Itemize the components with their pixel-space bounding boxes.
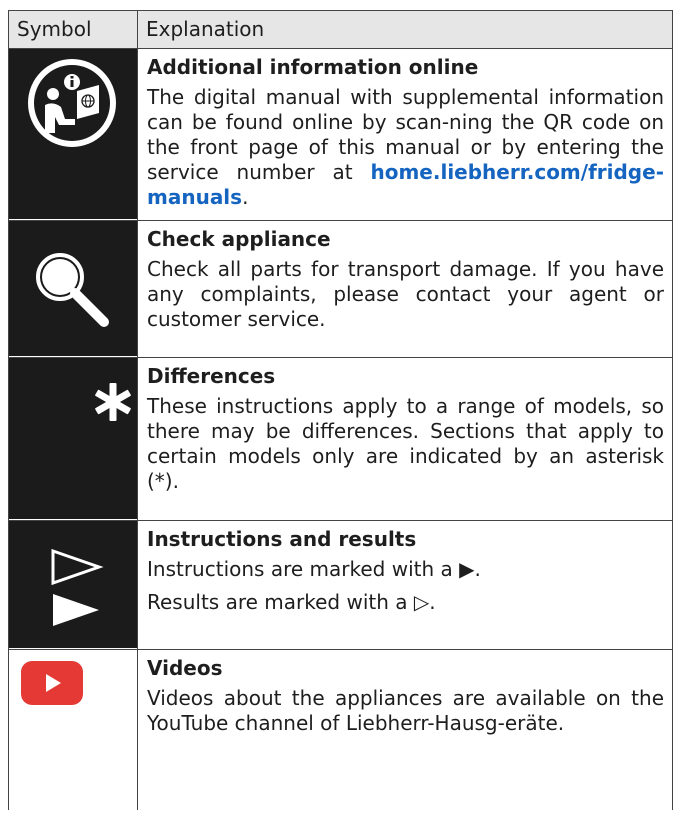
explanation-cell: Videos Videos about the appliances are a… (137, 649, 673, 810)
table-row: Differences These instructions apply to … (8, 357, 673, 521)
magnifier-icon (9, 221, 137, 356)
table-row: Additional information online The digita… (8, 48, 673, 221)
row-title: Videos (147, 656, 223, 680)
table-row: Instructions and results Instructions ar… (8, 520, 673, 650)
explanation-cell: Additional information online The digita… (137, 48, 673, 221)
row-text: Check all parts for transport damage. If… (147, 257, 664, 331)
header-explanation: Explanation (137, 10, 673, 49)
row-text: Videos about the appliances are availabl… (147, 686, 664, 735)
explanation-cell: Check appliance Check all parts for tran… (137, 220, 673, 358)
symbol-cell (8, 520, 138, 650)
header-symbol: Symbol (8, 10, 138, 49)
row-text: The digital manual with supplemental inf… (147, 85, 664, 210)
symbol-cell (8, 220, 138, 358)
row-text: These instructions apply to a range of m… (147, 394, 664, 493)
row-title: Check appliance (147, 227, 331, 251)
table-header-row: Symbol Explanation (8, 10, 673, 49)
symbol-cell (8, 48, 138, 221)
row-title: Additional information online (147, 55, 479, 79)
explanation-cell: Differences These instructions apply to … (137, 357, 673, 521)
asterisk-icon (9, 358, 137, 519)
row-title: Differences (147, 364, 276, 388)
online-info-icon (9, 49, 137, 219)
row-text-results: Results are marked with a ▷. (147, 590, 436, 614)
row-title: Instructions and results (147, 527, 417, 551)
instruction-result-icon (9, 521, 137, 648)
youtube-icon (21, 661, 83, 705)
symbol-cell (8, 357, 138, 521)
symbol-table: Symbol Explanation Additional informatio… (8, 10, 673, 810)
row-text-after-link: . (242, 185, 249, 209)
row-text-instructions: Instructions are marked with a ▶. (147, 557, 481, 581)
symbol-cell (8, 649, 138, 810)
table-row: Check appliance Check all parts for tran… (8, 220, 673, 358)
explanation-cell: Instructions and results Instructions ar… (137, 520, 673, 650)
table-row: Videos Videos about the appliances are a… (8, 649, 673, 810)
